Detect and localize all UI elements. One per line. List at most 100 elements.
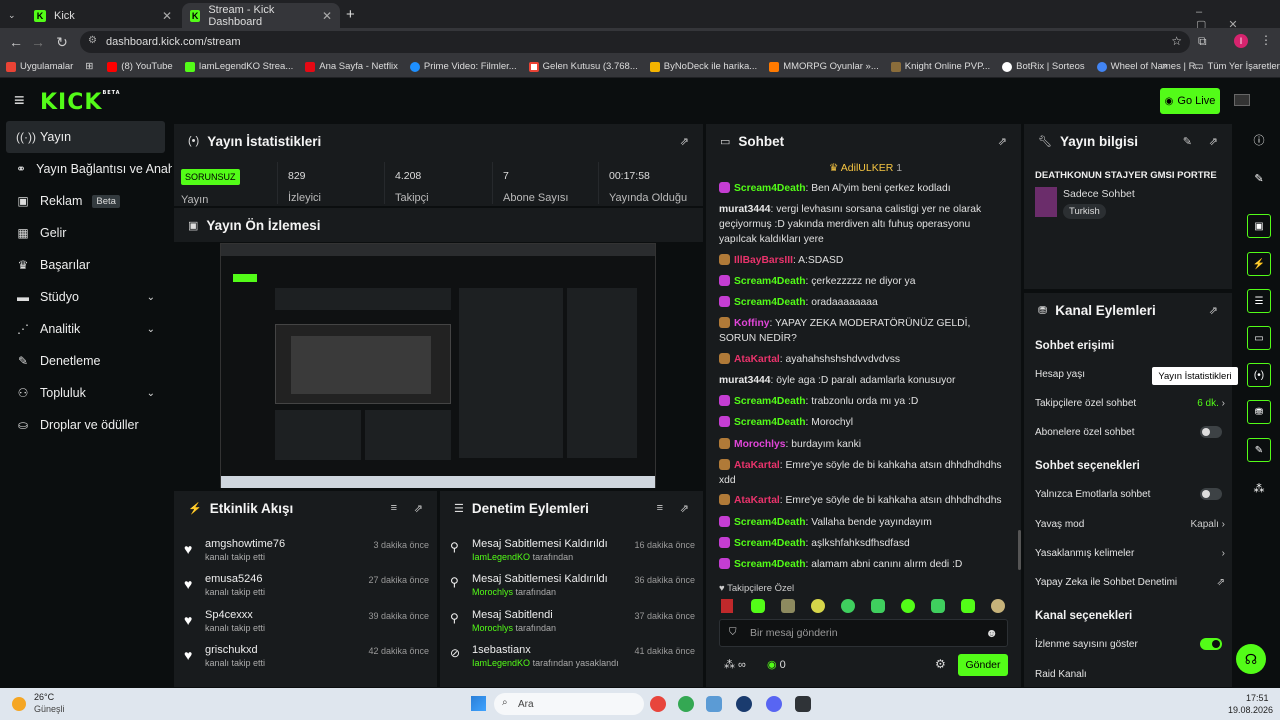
sidebar-item-yayin[interactable]: ((·)) Yayın — [6, 121, 165, 153]
clock-date[interactable]: 19.08.2026 — [1228, 705, 1273, 715]
chat-settings-icon[interactable]: ⚙ — [935, 657, 946, 671]
support-headset-icon[interactable]: ☊ — [1236, 644, 1266, 674]
points-display[interactable]: ◉ 0 — [767, 658, 786, 671]
chat-username[interactable]: AtaKartal — [734, 354, 780, 365]
slow-mode-row[interactable]: Yavaş mod Kapalı › — [1035, 513, 1225, 535]
app-icon[interactable] — [736, 696, 752, 712]
browser-tab-kick[interactable]: K Kick ✕ — [26, 3, 180, 28]
followers-only-row[interactable]: Takipçilere özel sohbet 6 dk. › — [1035, 392, 1225, 414]
popout-icon[interactable]: ⇗ — [998, 135, 1007, 148]
chat-username[interactable]: AtaKartal — [734, 460, 780, 471]
reload-icon[interactable]: ↻ — [50, 34, 74, 51]
forward-icon[interactable]: → — [26, 34, 50, 50]
popout-icon[interactable]: ⇗ — [1209, 304, 1218, 317]
sidebar-item-analitik[interactable]: ⋰ Analitik ⌄ — [6, 313, 165, 345]
bookmark-botrix[interactable]: BotRix | Sorteos — [1002, 61, 1085, 72]
chrome-profile-icon[interactable] — [678, 696, 694, 712]
users-icon[interactable]: ⁂ ∞ — [724, 658, 746, 671]
show-viewers-toggle[interactable] — [1200, 638, 1222, 650]
chat-username[interactable]: Koffiny — [734, 318, 769, 329]
rail-wrench-icon[interactable]: ✎ — [1247, 438, 1271, 462]
bookmark-gmail[interactable]: Gelen Kutusu (3.768... — [528, 61, 638, 72]
emote-icon[interactable] — [871, 599, 885, 613]
close-tab-icon[interactable]: ✕ — [322, 9, 332, 23]
sidebar-item-topluluk[interactable]: ⚇ Topluluk ⌄ — [6, 377, 165, 409]
sidebar-item-stream-key[interactable]: ⚭Yayın Bağlantısı ve Anahtar — [6, 153, 172, 185]
rail-lightning-icon[interactable]: ⚡ — [1247, 252, 1271, 276]
rail-chat-icon[interactable]: ▭ — [1247, 326, 1271, 350]
app-icon[interactable] — [795, 696, 811, 712]
profile-avatar[interactable]: I — [1234, 34, 1248, 48]
banned-words-row[interactable]: Yasaklanmış kelimeler › — [1035, 542, 1225, 564]
discord-icon[interactable] — [766, 696, 782, 712]
menu-icon[interactable]: ⋮ — [1260, 33, 1272, 47]
sidebar-item-denetleme[interactable]: ✎ Denetleme — [6, 345, 165, 377]
emote-icon[interactable] — [901, 599, 915, 613]
emote-icon[interactable] — [811, 599, 825, 613]
popout-icon[interactable]: ⇗ — [680, 502, 689, 515]
info-icon[interactable]: ⓘ — [1247, 128, 1271, 152]
tab-search-icon[interactable]: ⌄ — [0, 3, 16, 28]
ai-moderation-row[interactable]: Yapay Zeka ile Sohbet Denetimi ⇗ — [1035, 571, 1225, 593]
chat-username[interactable]: murat3444 — [719, 204, 771, 215]
bookmark-wheel[interactable]: Wheel of Names | R... — [1096, 61, 1203, 72]
hamburger-menu-icon[interactable]: ≡ — [14, 90, 25, 111]
filter-icon[interactable]: ≡ — [657, 502, 663, 514]
bookmark-mmorpg[interactable]: MMORPG Oyunlar »... — [769, 61, 879, 72]
extensions-icon[interactable]: ⧉ — [1198, 34, 1207, 49]
bookmark-knight[interactable]: Knight Online PVP... — [890, 61, 990, 72]
bookmark-bynodeck[interactable]: ByNoDeck ile harika... — [649, 61, 757, 72]
user-avatar[interactable] — [1234, 94, 1250, 106]
chat-username[interactable]: Scream4Death — [734, 396, 806, 407]
sidebar-item-droplar[interactable]: ⛀ Droplar ve ödüller — [6, 409, 165, 441]
rail-list-icon[interactable]: ☰ — [1247, 289, 1271, 313]
send-button[interactable]: Gönder — [958, 654, 1008, 676]
chat-username[interactable]: Morochlys — [734, 439, 786, 450]
rail-preview-icon[interactable]: ▣ — [1247, 214, 1271, 238]
emote-icon[interactable] — [991, 599, 1005, 613]
rail-stats-icon[interactable]: (•) — [1247, 363, 1271, 387]
clock-time[interactable]: 17:51 — [1246, 693, 1269, 703]
pinned-user[interactable]: ♛ AdilULKER 1 — [829, 162, 902, 174]
sidebar-item-basarilar[interactable]: ♛ Başarılar — [6, 249, 165, 281]
emote-icon[interactable] — [781, 599, 795, 613]
chat-username[interactable]: AtaKartal — [734, 495, 780, 506]
subs-only-row[interactable]: Abonelere özel sohbet — [1035, 421, 1225, 443]
windows-start-icon[interactable] — [471, 696, 486, 711]
subs-only-toggle[interactable] — [1200, 426, 1222, 438]
chat-username[interactable]: Scream4Death — [734, 417, 806, 428]
all-bookmarks[interactable]: ▭ Tüm Yer İşaretleri — [1194, 61, 1280, 72]
url-field[interactable]: ⚙ dashboard.kick.com/stream ☆ — [80, 31, 1190, 53]
sidebar-item-studyo[interactable]: ▬ Stüdyo ⌄ — [6, 281, 165, 313]
weather-desc[interactable]: Güneşli — [34, 704, 65, 714]
go-live-button[interactable]: ◉ Go Live — [1160, 88, 1220, 114]
kick-logo[interactable]: KICKBETA — [40, 90, 121, 115]
emote-icon[interactable] — [721, 599, 733, 613]
bookmark-netflix[interactable]: Ana Sayfa - Netflix — [305, 61, 398, 72]
chat-scrollbar[interactable] — [1018, 530, 1021, 570]
chat-username[interactable]: Scream4Death — [734, 538, 806, 549]
new-tab-icon[interactable]: + — [346, 6, 355, 23]
filter-icon[interactable]: ≡ — [391, 502, 397, 514]
bookmark-youtube[interactable]: (8) YouTube — [107, 61, 173, 72]
rail-more-icon[interactable]: ⁂ — [1247, 476, 1271, 500]
weather-temp[interactable]: 26°C — [34, 692, 54, 702]
raid-row[interactable]: Raid Kanalı — [1035, 663, 1225, 685]
weather-sun-icon[interactable] — [12, 697, 26, 711]
chat-username[interactable]: murat3444 — [719, 375, 771, 386]
sidebar-item-gelir[interactable]: ▦ Gelir — [6, 217, 165, 249]
sidebar-item-reklam[interactable]: ▣ Reklam Beta — [6, 185, 165, 217]
emote-icon[interactable] — [841, 599, 855, 613]
edit-icon[interactable]: ✎ — [1247, 166, 1271, 190]
chat-username[interactable]: Scream4Death — [734, 297, 806, 308]
popout-icon[interactable]: ⇗ — [414, 502, 423, 515]
emote-icon[interactable] — [931, 599, 945, 613]
emotes-only-row[interactable]: Yalnızca Emotlarla sohbet — [1035, 483, 1225, 505]
emoji-icon[interactable]: ☻ — [985, 626, 998, 640]
emote-icon[interactable] — [961, 599, 975, 613]
bookmark-kick[interactable]: IamLegendKO Strea... — [184, 61, 293, 72]
chat-username[interactable]: IllBayBarsIII — [734, 255, 793, 266]
close-tab-icon[interactable]: ✕ — [162, 9, 172, 23]
show-viewers-row[interactable]: İzlenme sayısını göster — [1035, 633, 1225, 655]
bookmark-prime[interactable]: Prime Video: Filmler... — [409, 61, 517, 72]
